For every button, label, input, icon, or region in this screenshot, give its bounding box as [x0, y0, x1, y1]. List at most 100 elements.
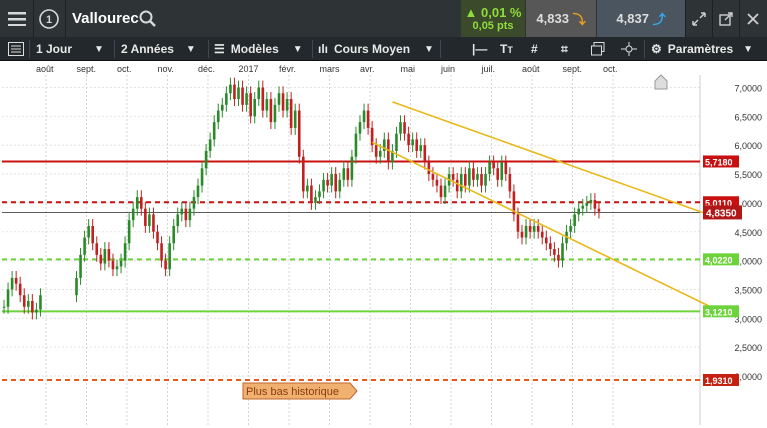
candle-body — [115, 266, 119, 270]
candle-body — [204, 150, 208, 169]
candle-body — [342, 168, 346, 180]
period-dropdown[interactable]: 1 Jour ▼ — [36, 37, 104, 61]
level-tag-label: 1,9310 — [705, 376, 733, 386]
candle-body — [545, 237, 548, 244]
candle-body — [496, 168, 499, 180]
y-tick-label: 2,5000 — [734, 343, 762, 353]
candle-body — [549, 243, 552, 250]
candle-body — [524, 225, 528, 238]
crosshair-icon[interactable] — [621, 37, 637, 61]
candle-body — [253, 99, 256, 117]
candle-body — [148, 214, 151, 226]
change-percent: ▲ 0,01 % — [464, 5, 522, 20]
ask-button[interactable]: 4,837 ⤴ — [597, 0, 685, 37]
candle-body — [536, 225, 540, 232]
models-dropdown[interactable]: ☰ Modèles ▼ — [214, 37, 303, 61]
candle-body — [297, 110, 301, 157]
candle-body — [172, 225, 175, 244]
close-icon[interactable] — [739, 0, 767, 37]
candle-body — [561, 243, 564, 261]
settings-button[interactable]: ⚙ Paramètres ▼ — [651, 37, 753, 61]
candle-body — [27, 300, 30, 307]
windows-icon[interactable] — [591, 37, 605, 61]
y-tick-label: 4,5000 — [734, 228, 762, 238]
candle-body — [322, 179, 325, 192]
x-tick-label: 2017 — [239, 64, 259, 74]
candle-body — [500, 162, 504, 180]
candle-body — [597, 208, 601, 212]
y-tick-label: 5,5000 — [734, 170, 762, 180]
candle-body — [229, 84, 232, 94]
candle-body — [415, 139, 418, 151]
candle-body — [39, 295, 42, 310]
x-tick-label: mai — [401, 64, 416, 74]
candle-body — [35, 309, 38, 313]
candle-body — [427, 162, 431, 175]
candle-body — [293, 110, 297, 128]
level-tag-label: 5,7180 — [705, 157, 733, 167]
instrument-number-icon[interactable]: 1 — [33, 0, 65, 37]
range-dropdown[interactable]: 2 Années ▼ — [121, 37, 196, 61]
scroll-marker-icon[interactable] — [654, 74, 668, 90]
candle-body — [451, 174, 455, 180]
chevron-down-icon: ▼ — [292, 43, 303, 55]
text-tool-icon[interactable]: TT — [500, 37, 513, 61]
candle-body — [127, 220, 131, 244]
candle-body — [407, 133, 410, 146]
candle-body — [285, 99, 289, 111]
candle-body — [423, 145, 427, 163]
candle-body — [237, 87, 240, 100]
candle-body — [99, 254, 103, 264]
candle-body — [281, 93, 285, 111]
candle-body — [508, 174, 512, 192]
layout-icon[interactable] — [8, 37, 24, 61]
candle-body — [245, 93, 248, 105]
candle-body — [302, 156, 305, 192]
chevron-down-icon: ▼ — [185, 43, 196, 55]
trendline[interactable] — [371, 141, 717, 311]
candle-body — [131, 208, 135, 221]
y-tick-label: 6,0000 — [734, 141, 762, 151]
expand-icon[interactable] — [685, 0, 712, 37]
candle-body — [459, 174, 463, 192]
candle-body — [241, 87, 244, 105]
external-window-icon[interactable] — [712, 0, 739, 37]
x-axis-strip — [0, 61, 767, 75]
search-icon[interactable] — [139, 0, 157, 37]
candle-body — [75, 277, 78, 296]
candle-body — [79, 254, 82, 278]
candle-body — [326, 179, 329, 186]
indicator-dropdown[interactable]: ılı Cours Moyen ▼ — [318, 37, 434, 61]
candle-body — [378, 150, 382, 157]
candle-body — [589, 200, 593, 203]
bid-button[interactable]: 4,833 ⤵ — [526, 0, 596, 37]
candle-body — [334, 174, 337, 192]
candle-body — [111, 260, 115, 270]
candle-body — [528, 225, 532, 232]
candle-body — [6, 289, 10, 307]
candle-body — [192, 197, 196, 209]
price-chart[interactable]: août sept. oct. nov. déc. 2017 févr. mars avr. ma… — [0, 61, 767, 425]
candle-body — [480, 174, 483, 186]
hamburger-menu-icon[interactable] — [0, 0, 33, 37]
up-arrow-icon: ▲ — [464, 5, 478, 20]
x-tick-label: sept. — [77, 64, 97, 74]
candle-body — [314, 197, 317, 203]
candle-body — [208, 139, 212, 151]
candle-body — [269, 99, 273, 123]
compare-icon[interactable]: ⌗ — [561, 37, 568, 61]
x-tick-label: oct. — [603, 64, 618, 74]
candle-body — [249, 93, 252, 117]
candle-body — [354, 133, 358, 157]
x-tick-label: déc. — [198, 64, 215, 74]
candle-body — [306, 185, 309, 192]
grid-icon[interactable]: # — [531, 37, 538, 61]
candle-body — [366, 110, 370, 128]
chevron-down-icon: ▼ — [743, 43, 754, 55]
candle-body — [119, 260, 123, 267]
drawing-tool-icon[interactable]: |— — [472, 37, 487, 61]
chart-svg[interactable]: août sept. oct. nov. déc. 2017 févr. mars avr. ma… — [0, 61, 767, 425]
candle-body — [107, 249, 111, 261]
candle-body — [338, 179, 342, 192]
candle-body — [350, 156, 354, 180]
